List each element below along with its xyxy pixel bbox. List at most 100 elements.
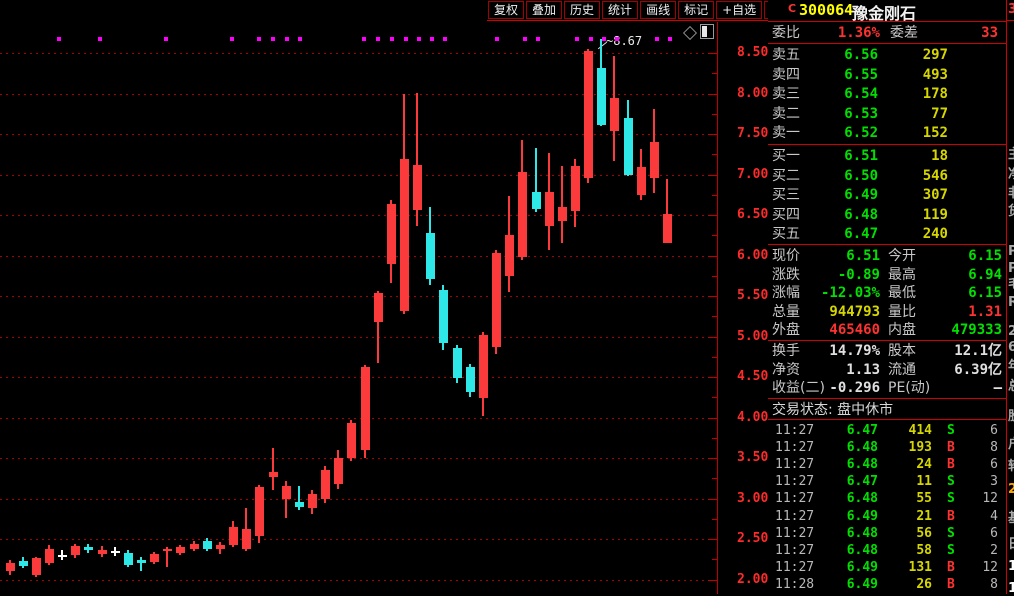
- candle: [558, 207, 567, 221]
- tick-volume: 26: [916, 576, 932, 593]
- edge-char: 2: [1008, 325, 1014, 339]
- candle: [137, 560, 146, 563]
- order-volume: 297: [923, 46, 948, 64]
- quote-value: 1.31: [968, 303, 1002, 321]
- buy-row[interactable]: 买二6.50546: [768, 167, 1006, 186]
- diamond-icon[interactable]: [683, 26, 697, 40]
- quote-value: -0.89: [838, 266, 880, 284]
- major-tick: [708, 418, 717, 419]
- tick-volume: 55: [916, 490, 932, 507]
- candle: [45, 549, 54, 563]
- limit-up-dot: [230, 37, 234, 41]
- buy-row[interactable]: 买一6.5118: [768, 147, 1006, 166]
- candle: [426, 233, 435, 279]
- separator: [768, 43, 1006, 44]
- limit-up-dot: [376, 37, 380, 41]
- quote-value: 6.51: [846, 247, 880, 265]
- axis-label: 6.00: [737, 249, 768, 263]
- edge-char: 年: [1008, 360, 1014, 374]
- major-tick: [708, 94, 717, 95]
- edge-char: 净: [1008, 168, 1014, 182]
- edge-char: 3: [1008, 3, 1014, 17]
- candle: [374, 293, 383, 322]
- quote-label: 外盘: [772, 321, 800, 339]
- candle: [584, 51, 593, 178]
- tick-side: B: [947, 439, 955, 456]
- edge-char: 2: [1008, 483, 1014, 497]
- minor-tick: [712, 154, 717, 155]
- buy-row[interactable]: 买三6.49307: [768, 186, 1006, 205]
- order-volume: 152: [923, 124, 948, 142]
- major-tick: [708, 296, 717, 297]
- candle: [6, 563, 15, 571]
- tick-volume: 24: [916, 456, 932, 473]
- candle: [84, 547, 93, 550]
- order-label: 买四: [772, 206, 800, 224]
- gridline: [0, 94, 717, 95]
- candle: [32, 558, 41, 575]
- tick-price: 6.47: [847, 422, 878, 439]
- tick-row: 11:276.4921B4: [768, 508, 1006, 525]
- app-window: 复权叠加历史统计画线标记+自选返回 ~8.67 8.508.007.507.00…: [0, 0, 1014, 594]
- buy-row[interactable]: 买五6.47240: [768, 225, 1006, 244]
- candle: [492, 253, 501, 347]
- tick-time: 11:27: [775, 508, 814, 525]
- candle: [255, 487, 264, 536]
- limit-up-dot: [362, 37, 366, 41]
- tick-row: 11:276.4855S12: [768, 490, 1006, 507]
- gridline: [0, 175, 717, 176]
- edge-char: 日: [1008, 538, 1014, 552]
- tick-count: 6: [990, 456, 998, 473]
- major-tick: [708, 458, 717, 459]
- gridline: [0, 418, 717, 419]
- candle: [532, 192, 541, 209]
- stock-flag: C: [788, 2, 796, 15]
- edge-char: 基: [1008, 512, 1014, 526]
- sell-row[interactable]: 卖三6.54178: [768, 85, 1006, 104]
- order-label: 卖四: [772, 66, 800, 84]
- order-price: 6.54: [844, 85, 878, 103]
- sell-row[interactable]: 卖一6.52152: [768, 124, 1006, 143]
- candle: [518, 172, 527, 257]
- gridline: [0, 215, 717, 216]
- tick-time: 11:27: [775, 456, 814, 473]
- panel-border-right: [1006, 0, 1007, 594]
- fund-label: 收益(二): [772, 379, 825, 397]
- tick-side: S: [947, 542, 955, 559]
- minor-tick: [712, 195, 717, 196]
- major-tick: [708, 134, 717, 135]
- limit-up-dot: [271, 37, 275, 41]
- minor-tick: [712, 478, 717, 479]
- sell-row[interactable]: 卖四6.55493: [768, 66, 1006, 85]
- split-window-icon[interactable]: [700, 24, 714, 39]
- limit-up-dot: [98, 37, 102, 41]
- tick-side: S: [947, 490, 955, 507]
- sell-row[interactable]: 卖五6.56297: [768, 46, 1006, 65]
- quote-label: 涨幅: [772, 284, 800, 302]
- kline-chart[interactable]: ~8.67 8.508.007.507.006.506.005.505.004.…: [0, 0, 768, 594]
- order-volume: 178: [923, 85, 948, 103]
- major-tick: [708, 215, 717, 216]
- minor-tick: [712, 559, 717, 560]
- sell-row[interactable]: 卖二6.5377: [768, 105, 1006, 124]
- candle: [229, 527, 238, 545]
- axis-label: 7.50: [737, 127, 768, 141]
- tick-row: 11:276.4824B6: [768, 456, 1006, 473]
- quote-value: -12.03%: [821, 284, 880, 302]
- order-price: 6.49: [844, 186, 878, 204]
- order-price: 6.48: [844, 206, 878, 224]
- candle: [98, 550, 107, 554]
- limit-up-dot: [655, 37, 659, 41]
- candle: [545, 192, 554, 226]
- major-tick: [708, 539, 717, 540]
- gridline: [0, 134, 717, 135]
- buy-row[interactable]: 买四6.48119: [768, 206, 1006, 225]
- quote-row: 总量944793量比1.31: [768, 303, 1006, 322]
- candle: [466, 367, 475, 392]
- tick-volume: 56: [916, 525, 932, 542]
- candle: [269, 472, 278, 477]
- limit-up-dot: [164, 37, 168, 41]
- order-label: 买三: [772, 186, 800, 204]
- separator: [768, 398, 1006, 399]
- order-volume: 493: [923, 66, 948, 84]
